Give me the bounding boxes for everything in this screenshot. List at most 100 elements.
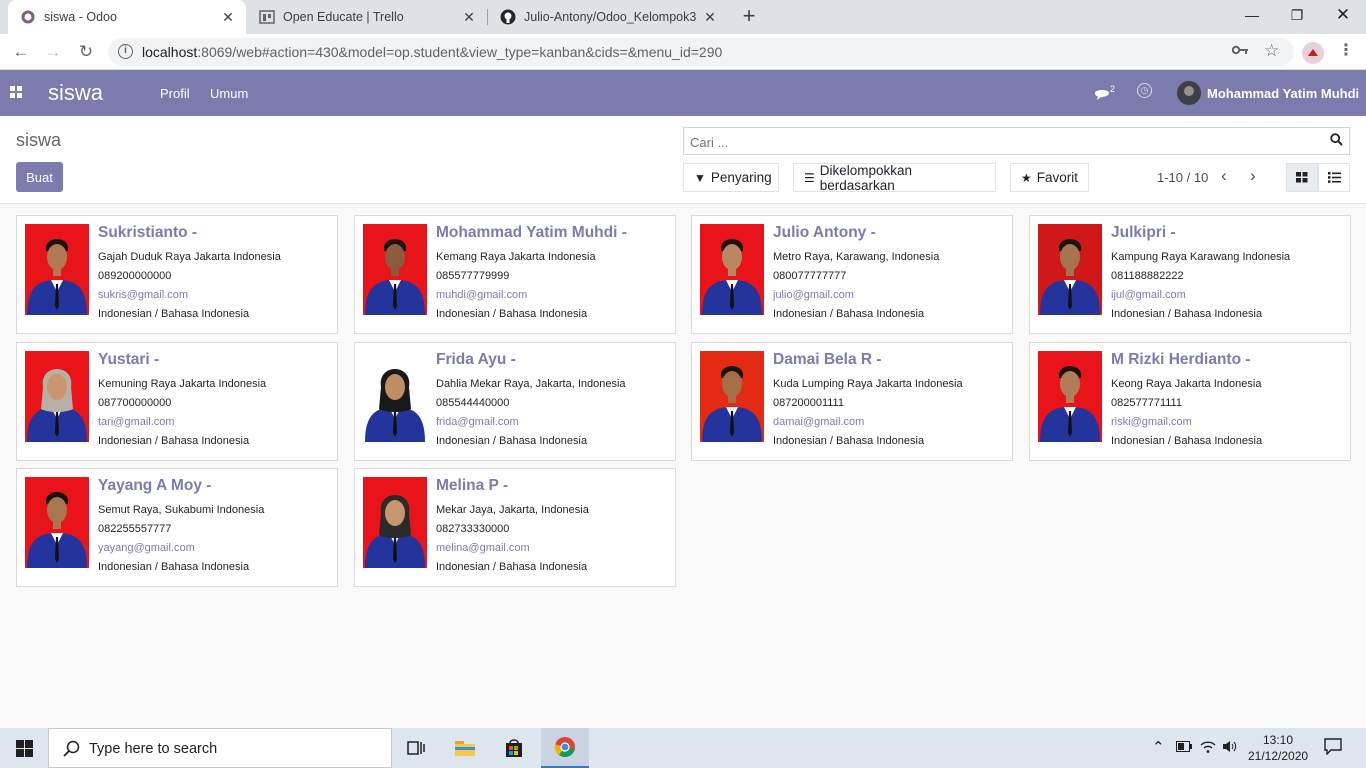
store-icon[interactable] (490, 728, 538, 768)
system-clock[interactable]: 13:10 21/12/2020 (1248, 732, 1308, 764)
taskbar-search-box[interactable]: Type here to search (48, 728, 392, 768)
student-email[interactable]: yayang@gmail.com (98, 539, 331, 558)
student-phone: 085577779999 (436, 270, 510, 282)
search-input[interactable] (690, 132, 1310, 152)
student-language: Indonesian / Bahasa Indonesia (436, 435, 588, 447)
menu-profil[interactable]: Profil (160, 86, 190, 101)
student-card[interactable]: Sukristianto - Gajah Duduk Raya Jakarta … (16, 215, 338, 334)
apps-menu-icon[interactable] (10, 86, 22, 98)
browser-tab-github[interactable]: Julio-Antony/Odoo_Kelompok3 ✕ (488, 0, 728, 34)
profile-icon[interactable] (1302, 42, 1324, 64)
battery-icon[interactable] (1176, 740, 1192, 755)
student-name[interactable]: Julio Antony - (773, 224, 1006, 242)
student-name[interactable]: Julkipri - (1111, 224, 1344, 242)
app-brand[interactable]: siswa (48, 80, 103, 106)
task-view-icon[interactable] (392, 728, 440, 768)
messaging-icon[interactable]: 2 (1094, 84, 1115, 101)
student-photo (700, 224, 764, 315)
menu-umum[interactable]: Umum (210, 86, 248, 101)
student-card[interactable]: Yustari - Kemuning Raya Jakarta Indonesi… (16, 342, 338, 461)
student-card[interactable]: Mohammad Yatim Muhdi - Kemang Raya Jakar… (354, 215, 676, 334)
student-address: Kemuning Raya Jakarta Indonesia (98, 378, 267, 390)
notification-icon[interactable] (1324, 738, 1342, 758)
back-icon[interactable]: ← (8, 39, 34, 65)
student-card[interactable]: Yayang A Moy - Semut Raya, Sukabumi Indo… (16, 468, 338, 587)
student-info: Julio Antony - Metro Raya, Karawang, Ind… (773, 224, 1006, 324)
student-name[interactable]: Frida Ayu - (436, 351, 669, 369)
student-photo (700, 351, 764, 442)
student-photo-frame (25, 224, 89, 315)
pager-next-icon[interactable]: › (1250, 166, 1256, 186)
student-photo-frame (700, 224, 764, 315)
control-panel: siswa Buat ▼Penyaring ☰Dikelompokkan ber… (0, 116, 1366, 204)
activity-clock-icon[interactable]: ◷ (1137, 83, 1152, 98)
info-icon[interactable]: i (118, 44, 133, 59)
student-name[interactable]: Yustari - (98, 351, 331, 369)
list-view-button[interactable] (1318, 163, 1350, 192)
student-email[interactable]: melina@gmail.com (436, 539, 669, 558)
address-bar[interactable]: i localhost:8069/web#action=430&model=op… (108, 38, 1294, 66)
student-name[interactable]: Melina P - (436, 477, 669, 495)
create-button[interactable]: Buat (16, 162, 63, 192)
windows-taskbar: Type here to search ⌃ 13:10 21/12/2020 (0, 728, 1366, 768)
browser-tabstrip: siswa - Odoo ✕ Open Educate | Trello ✕ J… (0, 0, 1366, 34)
chevron-up-icon[interactable]: ⌃ (1152, 738, 1165, 756)
favorite-button[interactable]: ★ Favorit (1010, 163, 1089, 192)
kanban-view-button[interactable] (1286, 163, 1318, 192)
student-language: Indonesian / Bahasa Indonesia (98, 308, 250, 320)
wifi-icon[interactable] (1200, 740, 1216, 756)
chrome-icon[interactable] (541, 728, 589, 768)
student-card[interactable]: M Rizki Herdianto - Keong Raya Jakarta I… (1029, 342, 1351, 461)
menu-kebab-icon[interactable]: ⋮ (1338, 40, 1354, 60)
student-card[interactable]: Frida Ayu - Dahlia Mekar Raya, Jakarta, … (354, 342, 676, 461)
student-photo-frame (363, 351, 427, 442)
student-email[interactable]: frida@gmail.com (436, 413, 669, 432)
student-phone: 085544440000 (436, 397, 510, 409)
student-name[interactable]: Yayang A Moy - (98, 477, 331, 495)
user-name[interactable]: Mohammad Yatim Muhdi (1207, 86, 1359, 101)
student-address: Keong Raya Jakarta Indonesia (1111, 378, 1262, 390)
minimize-icon[interactable]: — (1229, 0, 1275, 30)
student-email[interactable]: julio@gmail.com (773, 286, 1006, 305)
browser-tab-odoo[interactable]: siswa - Odoo ✕ (8, 0, 246, 34)
pager-previous-icon[interactable]: ‹ (1221, 166, 1227, 186)
student-name[interactable]: M Rizki Herdianto - (1111, 351, 1344, 369)
student-card[interactable]: Damai Bela R - Kuda Lumping Raya Jakarta… (691, 342, 1013, 461)
browser-tab-trello[interactable]: Open Educate | Trello ✕ (247, 0, 487, 34)
window-close-icon[interactable]: ✕ (1320, 0, 1366, 30)
pager-value[interactable]: 1-10 / 10 (1157, 170, 1208, 185)
search-icon (63, 740, 80, 757)
taskbar-search-placeholder: Type here to search (89, 741, 218, 757)
windows-start-icon[interactable] (0, 728, 48, 768)
close-icon[interactable]: ✕ (461, 9, 477, 26)
student-email[interactable]: sukris@gmail.com (98, 286, 331, 305)
user-avatar[interactable] (1177, 81, 1201, 105)
student-card[interactable]: Julkipri - Kampung Raya Karawang Indones… (1029, 215, 1351, 334)
volume-icon[interactable] (1222, 740, 1238, 756)
trello-icon (259, 9, 275, 25)
new-tab-button[interactable]: + (737, 5, 761, 29)
student-email[interactable]: muhdi@gmail.com (436, 286, 669, 305)
close-icon[interactable]: ✕ (702, 9, 718, 26)
file-explorer-icon[interactable] (441, 728, 489, 768)
student-name[interactable]: Sukristianto - (98, 224, 331, 242)
reload-icon[interactable]: ↻ (73, 39, 99, 65)
student-photo-frame (363, 224, 427, 315)
student-email[interactable]: riski@gmail.com (1111, 413, 1344, 432)
student-language: Indonesian / Bahasa Indonesia (98, 561, 250, 573)
filter-button[interactable]: ▼ Penyaring (683, 163, 779, 192)
student-card[interactable]: Julio Antony - Metro Raya, Karawang, Ind… (691, 215, 1013, 334)
group-by-button[interactable]: ☰ Dikelompokkan berdasarkan (793, 163, 996, 193)
student-email[interactable]: tari@gmail.com (98, 413, 331, 432)
restore-icon[interactable]: ❐ (1274, 0, 1320, 30)
key-icon[interactable] (1231, 43, 1249, 60)
student-name[interactable]: Damai Bela R - (773, 351, 1006, 369)
student-email[interactable]: damai@gmail.com (773, 413, 1006, 432)
student-name[interactable]: Mohammad Yatim Muhdi - (436, 224, 669, 242)
close-icon[interactable]: ✕ (220, 9, 236, 26)
student-card[interactable]: Melina P - Mekar Jaya, Jakarta, Indonesi… (354, 468, 676, 587)
search-icon[interactable] (1330, 133, 1343, 146)
star-icon[interactable]: ☆ (1264, 41, 1279, 61)
forward-icon[interactable]: → (40, 39, 66, 65)
student-email[interactable]: ijul@gmail.com (1111, 286, 1344, 305)
